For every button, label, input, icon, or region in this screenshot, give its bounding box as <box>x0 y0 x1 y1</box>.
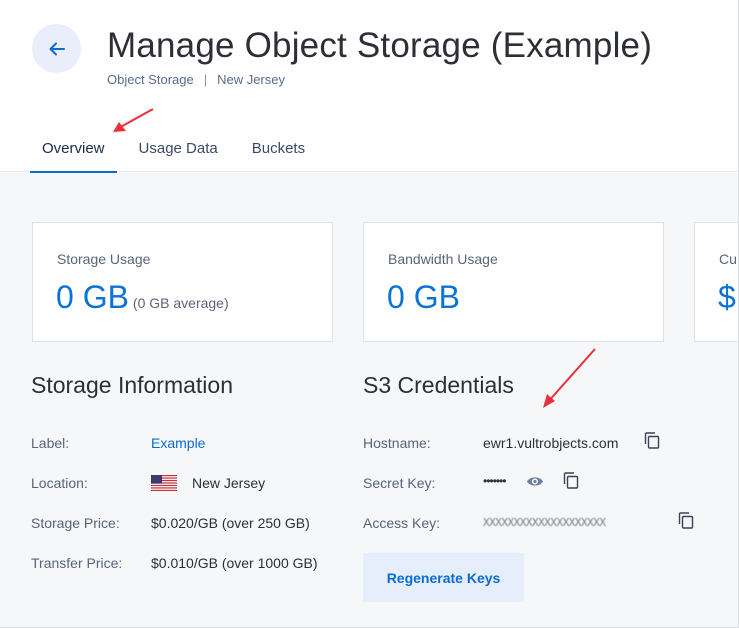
transfer-price-value: $0.010/GB (over 1000 GB) <box>151 555 318 571</box>
regenerate-keys-button[interactable]: Regenerate Keys <box>363 553 524 602</box>
hostname-label: Hostname: <box>363 435 431 451</box>
storage-price-label: Storage Price: <box>31 515 120 531</box>
copy-hostname-icon[interactable] <box>644 432 660 449</box>
storage-usage-card: Storage Usage 0 GB (0 GB average) <box>32 222 333 342</box>
location-field-value: New Jersey <box>192 475 266 491</box>
breadcrumb-location: New Jersey <box>217 72 286 87</box>
copy-secret-key-icon[interactable] <box>563 472 579 489</box>
back-button[interactable] <box>32 24 81 73</box>
breadcrumb-separator: | <box>203 72 208 87</box>
hostname-value: ewr1.vultrobjects.com <box>483 435 619 451</box>
bandwidth-usage-label: Bandwidth Usage <box>388 251 498 267</box>
access-key-label: Access Key: <box>363 515 441 531</box>
eye-icon[interactable] <box>526 475 544 488</box>
storage-usage-label: Storage Usage <box>57 251 151 267</box>
annotation-arrow-tabs <box>113 108 154 132</box>
arrow-left-icon <box>49 42 65 55</box>
storage-information-title: Storage Information <box>31 372 234 398</box>
tab-usage-data[interactable]: Usage Data <box>127 140 230 173</box>
current-charges-card: Cu $ <box>694 222 739 342</box>
secret-key-label: Secret Key: <box>363 475 436 491</box>
breadcrumb-object-storage[interactable]: Object Storage <box>107 72 194 87</box>
label-field-label: Label: <box>31 435 70 451</box>
tab-overview[interactable]: Overview <box>30 140 117 173</box>
page-title: Manage Object Storage (Example) <box>107 26 653 65</box>
tab-bar: Overview Usage Data Buckets <box>30 140 327 173</box>
storage-usage-value: 0 GB (0 GB average) <box>56 279 229 316</box>
tab-buckets[interactable]: Buckets <box>240 140 317 173</box>
page-header: Manage Object Storage (Example) Object S… <box>0 0 739 173</box>
breadcrumb: Object Storage | New Jersey <box>107 72 285 87</box>
storage-usage-average: (0 GB average) <box>132 295 229 311</box>
location-field-label: Location: <box>31 475 88 491</box>
bandwidth-usage-value: 0 GB <box>387 279 460 315</box>
secret-key-value: ••••••• <box>483 474 506 488</box>
storage-price-value: $0.020/GB (over 250 GB) <box>151 515 310 531</box>
current-charges-value: $ <box>718 279 736 315</box>
label-field-value[interactable]: Example <box>151 435 205 451</box>
bandwidth-usage-card: Bandwidth Usage 0 GB <box>363 222 664 342</box>
copy-access-key-icon[interactable] <box>678 512 694 529</box>
current-charges-label: Cu <box>719 251 737 267</box>
access-key-value: XXXXXXXXXXXXXXXXXXXX <box>483 516 606 529</box>
s3-credentials-title: S3 Credentials <box>363 372 514 398</box>
storage-usage-amount: 0 GB <box>56 279 129 315</box>
annotation-arrow-credentials <box>543 348 596 408</box>
us-flag-icon <box>151 475 177 491</box>
transfer-price-label: Transfer Price: <box>31 555 123 571</box>
